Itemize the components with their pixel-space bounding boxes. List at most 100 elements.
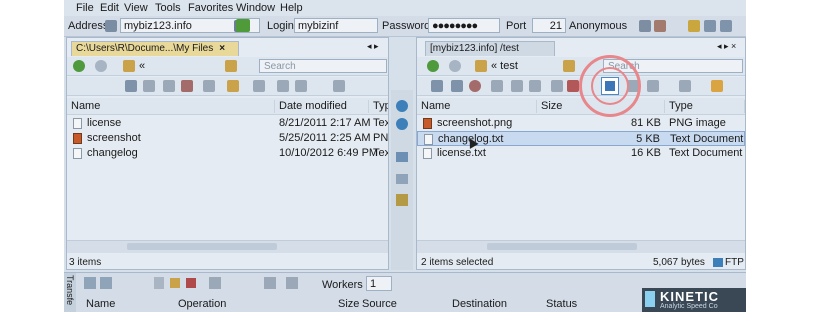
queue-col-status[interactable]: Status — [546, 298, 577, 310]
queue-col-size[interactable]: Size — [338, 298, 359, 310]
watermark-logo: KINETIC Analytic Speed Co — [642, 288, 746, 312]
transfer-side-tab[interactable]: Transfe — [64, 273, 76, 312]
move-icon[interactable] — [511, 80, 523, 92]
left-column-header: Name Date modified Type — [67, 98, 388, 115]
connection-bar: Address mybiz123.info Login mybizinf Pas… — [64, 16, 746, 37]
menu-help[interactable]: Help — [280, 2, 303, 14]
tab-scroll-arrows-icon[interactable]: ◂ ▸ × — [717, 41, 736, 52]
file-size: 81 KB — [631, 117, 661, 129]
queue-col-destination[interactable]: Destination — [452, 298, 507, 310]
right-tab[interactable]: [mybiz123.info] /test — [425, 41, 555, 56]
list-item[interactable]: license 8/21/2011 2:17 AM Text — [67, 116, 388, 131]
bytes-count: 5,067 — [653, 257, 679, 268]
tab-scroll-arrows-icon[interactable]: ◂ ▸ — [367, 41, 379, 52]
menu-bar: File Edit View Tools Favorites Window He… — [64, 0, 746, 16]
view-icon[interactable] — [203, 80, 215, 92]
panel-icon[interactable] — [704, 20, 716, 32]
globe-icon — [105, 20, 117, 32]
menu-tools[interactable]: Tools — [155, 2, 181, 14]
user-icon[interactable] — [639, 20, 651, 32]
login-input[interactable]: mybizinf — [294, 18, 378, 33]
add-icon[interactable] — [84, 277, 96, 289]
anonymous-label[interactable]: Anonymous — [569, 20, 627, 32]
copy-icon[interactable] — [143, 80, 155, 92]
login-label: Login — [267, 20, 294, 32]
scrollbar-thumb[interactable] — [127, 243, 277, 250]
right-col-type[interactable]: Type — [665, 100, 745, 113]
menu-edit[interactable]: Edit — [100, 2, 119, 14]
queue-col-source[interactable]: Source — [362, 298, 397, 310]
transfer-right-icon[interactable] — [396, 100, 408, 112]
back-icon[interactable] — [73, 60, 85, 72]
left-col-type[interactable]: Type — [369, 100, 388, 113]
pause-icon[interactable] — [170, 278, 180, 288]
port-input[interactable]: 21 — [532, 18, 566, 33]
text-file-icon — [423, 148, 432, 159]
compare-icon[interactable] — [396, 174, 408, 184]
queue-col-operation[interactable]: Operation — [178, 298, 226, 310]
folder-sync-icon[interactable] — [396, 194, 408, 206]
left-col-date[interactable]: Date modified — [275, 100, 369, 113]
paste-icon[interactable] — [295, 80, 307, 92]
move-icon[interactable] — [163, 80, 175, 92]
settings-icon[interactable] — [720, 20, 732, 32]
stop-icon[interactable] — [469, 80, 481, 92]
connect-arrow-icon[interactable] — [236, 19, 250, 32]
left-horizontal-scrollbar[interactable] — [67, 240, 388, 253]
remove-icon[interactable] — [209, 277, 221, 289]
scrollbar-thumb[interactable] — [487, 243, 637, 250]
refresh-icon[interactable] — [451, 80, 463, 92]
menu-view[interactable]: View — [124, 2, 148, 14]
forward-icon[interactable] — [449, 60, 461, 72]
folder-up-icon[interactable] — [563, 60, 575, 72]
new-folder-icon[interactable] — [227, 80, 239, 92]
left-search-input[interactable]: Search — [259, 59, 387, 73]
copy-icon[interactable] — [491, 80, 503, 92]
upload-icon[interactable] — [431, 80, 443, 92]
path-icon[interactable] — [711, 80, 723, 92]
close-icon[interactable]: × — [219, 43, 225, 54]
queue-settings-icon[interactable] — [264, 277, 276, 289]
sync-icon[interactable] — [396, 152, 408, 162]
list-item[interactable]: screenshot 5/25/2011 2:25 AM PNG — [67, 131, 388, 146]
stop-icon[interactable] — [186, 278, 196, 288]
save-icon[interactable] — [100, 277, 112, 289]
list-item[interactable]: license.txt 16 KB Text Document — [417, 146, 745, 161]
play-icon[interactable] — [154, 277, 164, 289]
left-path-field[interactable]: « — [139, 60, 145, 72]
file-date: 8/21/2011 2:17 AM — [279, 117, 371, 129]
delete-icon[interactable] — [567, 80, 579, 92]
text-file-icon — [73, 148, 82, 159]
right-col-name[interactable]: Name — [417, 100, 537, 113]
filter-icon[interactable] — [286, 277, 298, 289]
folder-up-icon[interactable] — [225, 60, 237, 72]
password-input[interactable]: ●●●●●●●● — [428, 18, 500, 33]
workers-input[interactable]: 1 — [366, 276, 392, 291]
menu-window[interactable]: Window — [236, 2, 275, 14]
queue-col-name[interactable]: Name — [86, 298, 115, 310]
refresh-icon[interactable] — [125, 80, 137, 92]
right-path-field[interactable]: « test — [491, 60, 518, 72]
transfer-left-icon[interactable] — [396, 118, 408, 130]
views-menu-icon[interactable] — [679, 80, 691, 92]
edit-icon[interactable] — [529, 80, 541, 92]
back-icon[interactable] — [427, 60, 439, 72]
menu-favorites[interactable]: Favorites — [188, 2, 233, 14]
paste-icon[interactable] — [647, 80, 659, 92]
password-label: Password — [382, 20, 431, 32]
cut-icon[interactable] — [277, 80, 289, 92]
list-item[interactable]: screenshot.png 81 KB PNG image — [417, 116, 745, 131]
favorite-icon[interactable] — [654, 20, 666, 32]
left-tab[interactable]: C:\Users\R\Docume...\My Files × — [71, 41, 239, 56]
forward-icon[interactable] — [95, 60, 107, 72]
star-icon[interactable] — [688, 20, 700, 32]
properties-icon[interactable] — [253, 80, 265, 92]
right-horizontal-scrollbar[interactable] — [417, 240, 745, 253]
views-menu-icon[interactable] — [333, 80, 345, 92]
menu-file[interactable]: File — [76, 2, 94, 14]
delete-icon[interactable] — [181, 80, 193, 92]
left-col-name[interactable]: Name — [67, 100, 275, 113]
list-item[interactable]: changelog 10/10/2012 6:49 PM Text — [67, 146, 388, 161]
rename-icon[interactable] — [551, 80, 563, 92]
left-action-toolbar — [67, 77, 388, 96]
